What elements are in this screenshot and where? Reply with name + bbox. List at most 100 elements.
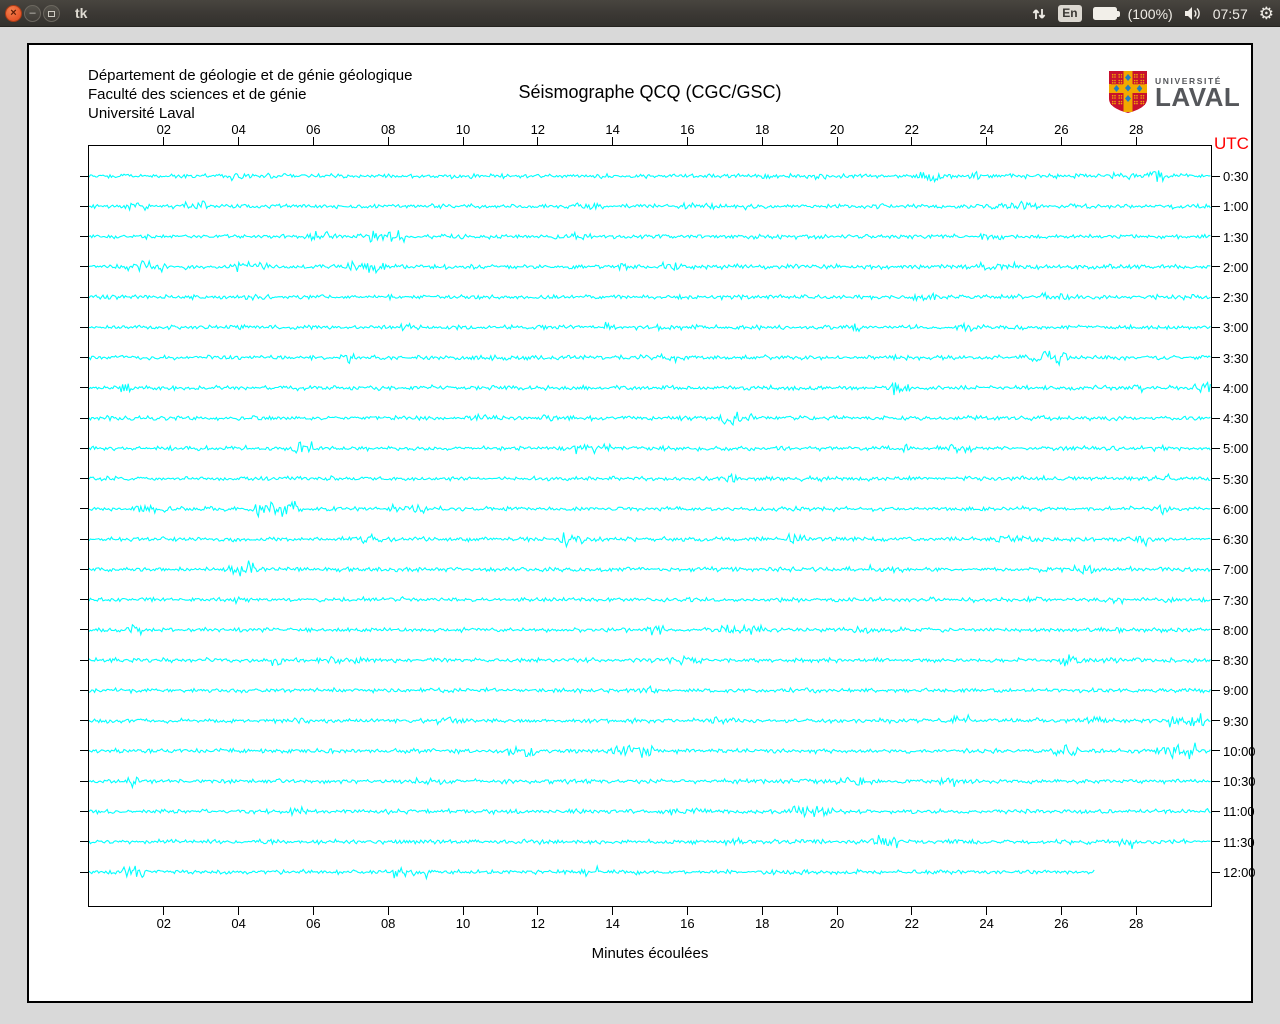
seismogram-trace: [88, 684, 1211, 695]
x-tick-label-top: 28: [1128, 122, 1144, 137]
trace-tick-left: [80, 205, 88, 207]
x-tick-top: [1135, 137, 1137, 145]
trace-tick-right: [1212, 236, 1220, 238]
seismogram-trace: [88, 472, 1211, 483]
x-tick-top: [612, 137, 614, 145]
x-tick-label-bottom: 04: [231, 916, 246, 931]
utc-time-label: 2:00: [1223, 259, 1249, 275]
seismogram-trace: [88, 623, 1211, 637]
titlebar[interactable]: × – tk En (100%) 07:57 ⚙: [0, 0, 1280, 27]
trace-tick-right: [1212, 750, 1220, 752]
trace-tick-right: [1212, 326, 1220, 328]
maximize-button[interactable]: [43, 5, 60, 22]
logo-laval-label: LAVAL: [1155, 81, 1241, 112]
seismogram-trace: [88, 560, 1211, 577]
x-tick-top: [537, 137, 539, 145]
window-title: tk: [75, 5, 88, 21]
trace-tick-left: [80, 599, 88, 601]
trace-tick-right: [1212, 508, 1220, 510]
x-tick-label-bottom: 18: [754, 916, 770, 931]
x-tick-label-top: 22: [904, 122, 920, 137]
x-tick-bottom: [238, 907, 240, 915]
x-tick-bottom: [686, 907, 688, 915]
x-tick-label-top: 10: [455, 122, 471, 137]
utc-time-label: 1:00: [1223, 199, 1249, 215]
utc-time-label: 4:30: [1223, 411, 1249, 427]
trace-tick-left: [80, 266, 88, 268]
x-tick-label-bottom: 02: [156, 916, 172, 931]
trace-tick-right: [1212, 175, 1220, 177]
x-tick-label-bottom: 26: [1054, 916, 1069, 931]
trace-tick-left: [80, 326, 88, 328]
utc-time-label: 5:00: [1223, 441, 1249, 457]
trace-tick-right: [1212, 296, 1220, 298]
x-tick-top: [1060, 137, 1062, 145]
trace-tick-left: [80, 810, 88, 812]
header-line-2: Faculté des sciences et de génie: [88, 86, 307, 103]
x-tick-label-bottom: 12: [530, 916, 546, 931]
x-tick-bottom: [462, 907, 464, 915]
utc-time-label: 7:00: [1223, 562, 1249, 578]
x-tick-label-top: 06: [306, 122, 321, 137]
x-tick-label-bottom: 08: [380, 916, 396, 931]
trace-tick-left: [80, 720, 88, 722]
trace-tick-left: [80, 780, 88, 782]
session-gear-icon[interactable]: ⚙: [1259, 5, 1274, 22]
x-tick-bottom: [612, 907, 614, 915]
x-tick-top: [238, 137, 240, 145]
seismogram-trace: [89, 200, 1211, 212]
seismogram-trace: [88, 742, 1211, 760]
keyboard-layout-indicator[interactable]: En: [1058, 4, 1082, 23]
trace-tick-left: [80, 387, 88, 389]
plot-title: Séismographe QCQ (CGC/GSC): [518, 82, 782, 102]
trace-tick-right: [1212, 659, 1220, 661]
utc-time-label: 4:00: [1223, 380, 1249, 396]
x-axis-title: Minutes écoulées: [591, 945, 709, 962]
x-tick-top: [163, 137, 165, 145]
battery-percent-label[interactable]: (100%): [1128, 6, 1173, 22]
close-button[interactable]: ×: [5, 5, 22, 22]
seismogram-trace: [88, 775, 1211, 790]
screen: × – tk En (100%) 07:57 ⚙ Département de …: [0, 0, 1280, 1024]
trace-tick-left: [80, 236, 88, 238]
volume-icon[interactable]: [1184, 6, 1202, 21]
x-tick-bottom: [761, 907, 763, 915]
seismogram-trace: [88, 713, 1211, 728]
seismogram-trace: [88, 864, 1095, 881]
x-tick-bottom: [163, 907, 165, 915]
x-tick-top: [761, 137, 763, 145]
x-tick-top: [462, 137, 464, 145]
battery-icon[interactable]: [1092, 7, 1120, 20]
utc-time-label: 12:00: [1223, 865, 1256, 880]
utc-time-label: 8:30: [1223, 653, 1249, 669]
x-tick-label-top: 18: [754, 122, 770, 137]
minimize-button[interactable]: –: [24, 5, 41, 22]
x-tick-label-top: 12: [530, 122, 546, 137]
utc-time-label: 0:30: [1223, 169, 1249, 184]
trace-tick-left: [80, 175, 88, 177]
seismogram-trace: [88, 804, 1211, 819]
seismogram-trace: [88, 532, 1211, 549]
laval-crest-icon: [1109, 71, 1147, 113]
seismogram-trace: [88, 654, 1211, 667]
trace-tick-left: [80, 750, 88, 752]
trace-tick-left: [80, 508, 88, 510]
x-tick-bottom: [1135, 907, 1137, 915]
seismogram-traces: [88, 170, 1211, 881]
seismogram-trace: [88, 411, 1211, 427]
network-arrows-icon[interactable]: [1031, 6, 1047, 22]
x-tick-label-bottom: 06: [306, 916, 321, 931]
utc-time-label: 3:00: [1223, 320, 1249, 336]
x-tick-top: [312, 137, 314, 145]
trace-tick-left: [80, 689, 88, 691]
trace-tick-right: [1212, 780, 1220, 782]
trace-tick-left: [80, 629, 88, 631]
x-tick-label-bottom: 28: [1128, 916, 1144, 931]
trace-tick-left: [80, 659, 88, 661]
utc-time-label: 1:30: [1223, 229, 1249, 245]
x-tick-top: [911, 137, 913, 145]
trace-tick-right: [1212, 417, 1220, 419]
utc-time-label: 11:00: [1223, 804, 1255, 820]
utc-time-label: 9:30: [1223, 713, 1249, 729]
clock[interactable]: 07:57: [1213, 6, 1248, 22]
